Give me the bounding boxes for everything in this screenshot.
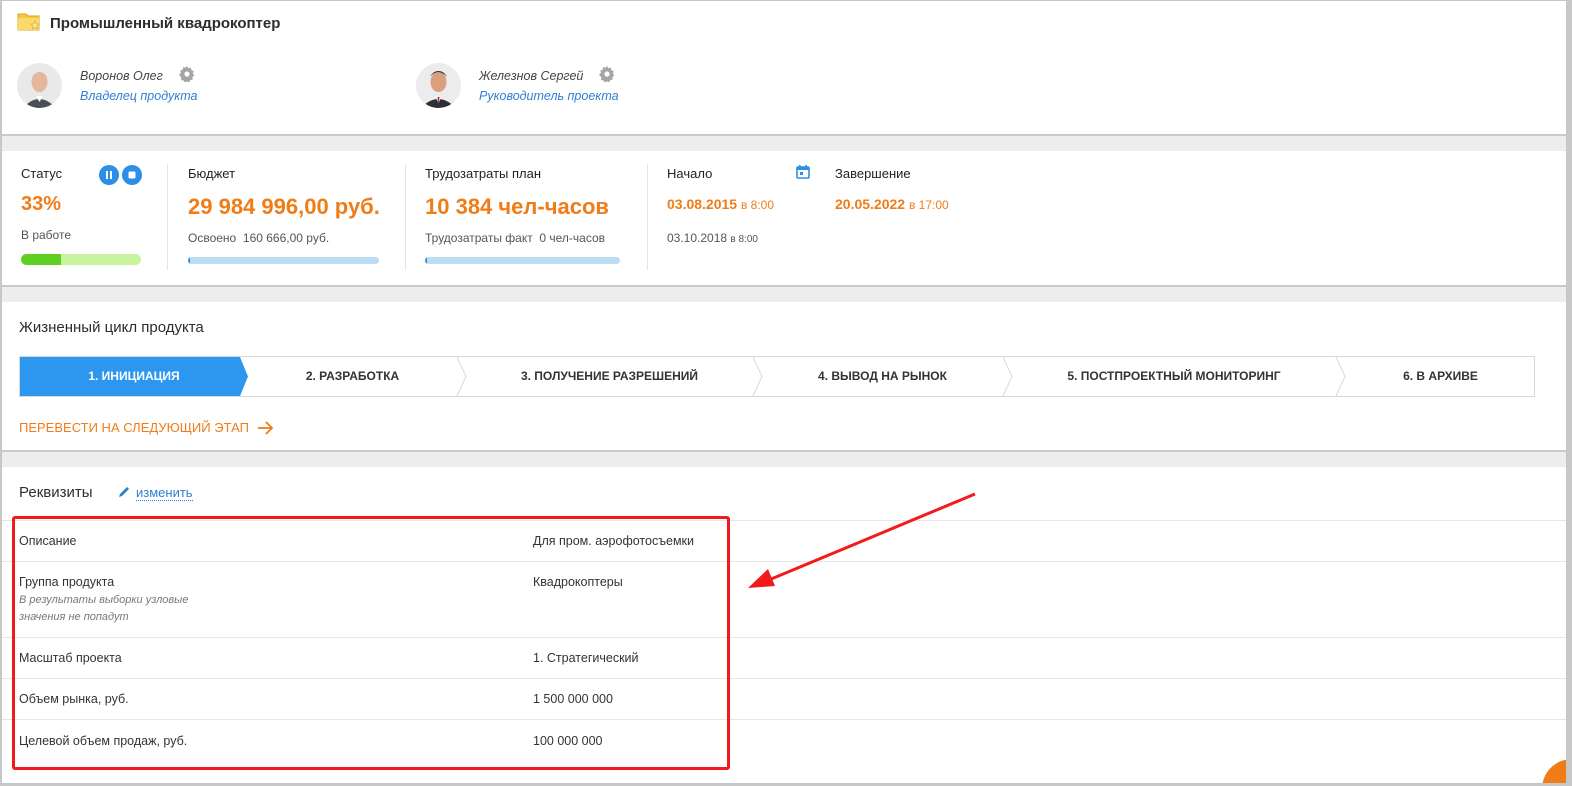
project-card: Промышленный квадрокоптер Воронов Олег В… xyxy=(1,0,1567,784)
gear-icon[interactable] xyxy=(179,66,195,82)
pause-icon xyxy=(106,171,112,179)
stop-button[interactable] xyxy=(122,165,142,185)
status-state: В работе xyxy=(21,228,72,242)
budget-progress-bar xyxy=(188,257,379,264)
stage-permits[interactable]: 3. ПОЛУЧЕНИЕ РАЗРЕШЕНИЙ xyxy=(466,357,753,396)
section-divider xyxy=(2,285,1566,302)
stop-icon xyxy=(128,171,136,179)
annotation-arrow xyxy=(748,492,976,588)
end-label: Завершение xyxy=(835,166,911,181)
owner-name: Воронов Олег xyxy=(80,69,163,83)
status-percent: 33% xyxy=(21,193,62,215)
folder-star-icon xyxy=(17,13,40,31)
lifecycle-title: Жизненный цикл продукта xyxy=(19,319,204,336)
budget-label: Бюджет xyxy=(188,166,236,181)
manager-role-link[interactable]: Руководитель проекта xyxy=(479,89,619,103)
labor-fact: Трудозатраты факт 0 чел-часов xyxy=(425,231,605,245)
divider xyxy=(405,164,406,270)
pencil-icon[interactable] xyxy=(117,485,131,499)
requisites-title: Реквизиты xyxy=(19,484,93,501)
status-progress-fill xyxy=(21,254,61,265)
budget-spent-label: Освоено xyxy=(188,231,237,245)
section-divider xyxy=(2,134,1566,151)
end-date-value: 20.05.2022 xyxy=(835,196,906,212)
stage-monitoring[interactable]: 5. ПОСТПРОЕКТНЫЙ МОНИТОРИНГ xyxy=(1012,357,1336,396)
owner-role-link[interactable]: Владелец продукта xyxy=(80,89,197,103)
stage-archive[interactable]: 6. В АРХИВЕ xyxy=(1345,357,1534,396)
start-label: Начало xyxy=(667,166,713,181)
labor-progress-fill xyxy=(425,257,427,264)
project-title: Промышленный квадрокоптер xyxy=(50,15,281,32)
start-time: в 8:00 xyxy=(740,198,775,212)
section-divider xyxy=(2,450,1566,467)
next-stage-label: ПЕРЕВЕСТИ НА СЛЕДУЮЩИЙ ЭТАП xyxy=(19,420,249,435)
arrow-right-icon xyxy=(257,421,273,435)
stage-market-launch[interactable]: 4. ВЫВОД НА РЫНОК xyxy=(762,357,1003,396)
lifecycle-stages: 1. ИНИЦИАЦИЯ 2. РАЗРАБОТКА 3. ПОЛУЧЕНИЕ … xyxy=(19,356,1535,397)
labor-fact-label: Трудозатраты факт xyxy=(425,231,533,245)
divider xyxy=(167,164,168,270)
budget-value: 29 984 996,00 руб. xyxy=(188,194,380,219)
labor-progress-bar xyxy=(425,257,620,264)
manager-name: Железнов Сергей xyxy=(479,69,584,83)
labor-value: 10 384 чел-часов xyxy=(425,194,609,219)
avatar[interactable] xyxy=(416,63,461,108)
start-actual-date: 03.10.2018 xyxy=(667,231,728,245)
avatar[interactable] xyxy=(17,63,62,108)
calendar-icon[interactable] xyxy=(796,165,810,179)
budget-spent-value: 160 666,00 руб. xyxy=(242,231,330,245)
labor-label: Трудозатраты план xyxy=(425,166,542,181)
next-stage-link[interactable]: ПЕРЕВЕСТИ НА СЛЕДУЮЩИЙ ЭТАП xyxy=(19,420,275,435)
highlight-box xyxy=(12,516,730,770)
status-progress-bar xyxy=(21,254,141,265)
start-actual-time: в 8:00 xyxy=(730,234,758,245)
gear-icon[interactable] xyxy=(599,66,615,82)
start-actual: 03.10.2018 в 8:00 xyxy=(667,231,758,245)
status-label: Статус xyxy=(21,166,63,181)
pause-button[interactable] xyxy=(99,165,119,185)
start-date: 03.08.2015 в 8:00 xyxy=(667,196,774,212)
divider xyxy=(647,164,648,270)
budget-progress-fill xyxy=(188,257,190,264)
budget-spent: Освоено 160 666,00 руб. xyxy=(188,231,329,245)
edit-requisites-link[interactable]: изменить xyxy=(136,485,193,501)
labor-fact-value: 0 чел-часов xyxy=(539,231,606,245)
end-date: 20.05.2022 в 17:00 xyxy=(835,196,949,212)
end-time: в 17:00 xyxy=(908,198,949,212)
start-date-value: 03.08.2015 xyxy=(667,196,738,212)
stage-initiation[interactable]: 1. ИНИЦИАЦИЯ xyxy=(20,357,248,396)
stage-development[interactable]: 2. РАЗРАБОТКА xyxy=(248,357,457,396)
